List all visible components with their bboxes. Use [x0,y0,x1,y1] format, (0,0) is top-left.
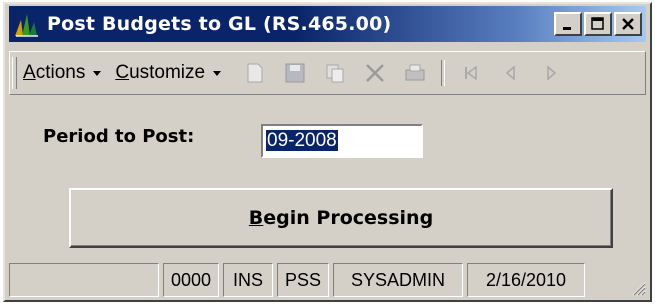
toolbar-grip[interactable] [12,57,17,89]
delete-icon [366,64,384,82]
previous-record-icon [505,65,515,81]
save-button[interactable] [283,61,307,85]
status-bar: 0000 INS PSS SYSADMIN 2/16/2010 [9,262,646,298]
status-count-pane: 0000 [163,263,219,297]
period-input[interactable]: 09-2008 [261,124,423,158]
status-company-pane: PSS [277,263,329,297]
close-button[interactable] [614,12,642,36]
first-record-button[interactable] [459,61,483,85]
next-record-button[interactable] [539,61,563,85]
previous-record-button[interactable] [499,61,523,85]
toolbar-separator [441,60,446,86]
first-record-icon [465,65,477,81]
period-value: 09-2008 [266,130,338,151]
maximize-icon [591,17,604,30]
copy-icon [326,64,344,83]
minimize-button[interactable] [554,12,582,36]
next-record-icon [547,65,557,81]
status-user-pane: SYSADMIN [333,263,463,297]
period-label: Period to Post: [43,126,195,147]
toolbar: Actions Customize [9,51,646,95]
app-bars-icon [15,14,38,37]
delete-button[interactable] [363,61,387,85]
new-record-icon [247,63,263,83]
begin-processing-button[interactable]: Begin Processing [69,188,613,248]
status-message-pane [9,263,159,297]
window-title: Post Budgets to GL (RS.465.00) [47,13,392,35]
title-bar[interactable]: Post Budgets to GL (RS.465.00) [9,6,646,42]
resize-grip-icon[interactable] [628,278,646,296]
begin-processing-label: Begin Processing [248,207,434,229]
customize-menu[interactable]: Customize [115,62,222,84]
minimize-icon [563,27,571,30]
new-record-button[interactable] [243,61,267,85]
actions-menu[interactable]: Actions [23,62,102,84]
close-icon [622,18,634,30]
chevron-down-icon [213,70,222,76]
customize-menu-label: Customize [115,62,206,83]
copy-button[interactable] [323,61,347,85]
print-icon [405,64,425,81]
status-insert-pane: INS [223,263,273,297]
post-budgets-window: Post Budgets to GL (RS.465.00) Actions C… [3,2,652,302]
actions-menu-label: Actions [23,62,86,83]
maximize-button[interactable] [584,12,612,36]
print-button[interactable] [403,61,427,85]
status-date-pane: 2/16/2010 [467,263,585,297]
chevron-down-icon [93,70,102,76]
save-icon [285,63,305,83]
